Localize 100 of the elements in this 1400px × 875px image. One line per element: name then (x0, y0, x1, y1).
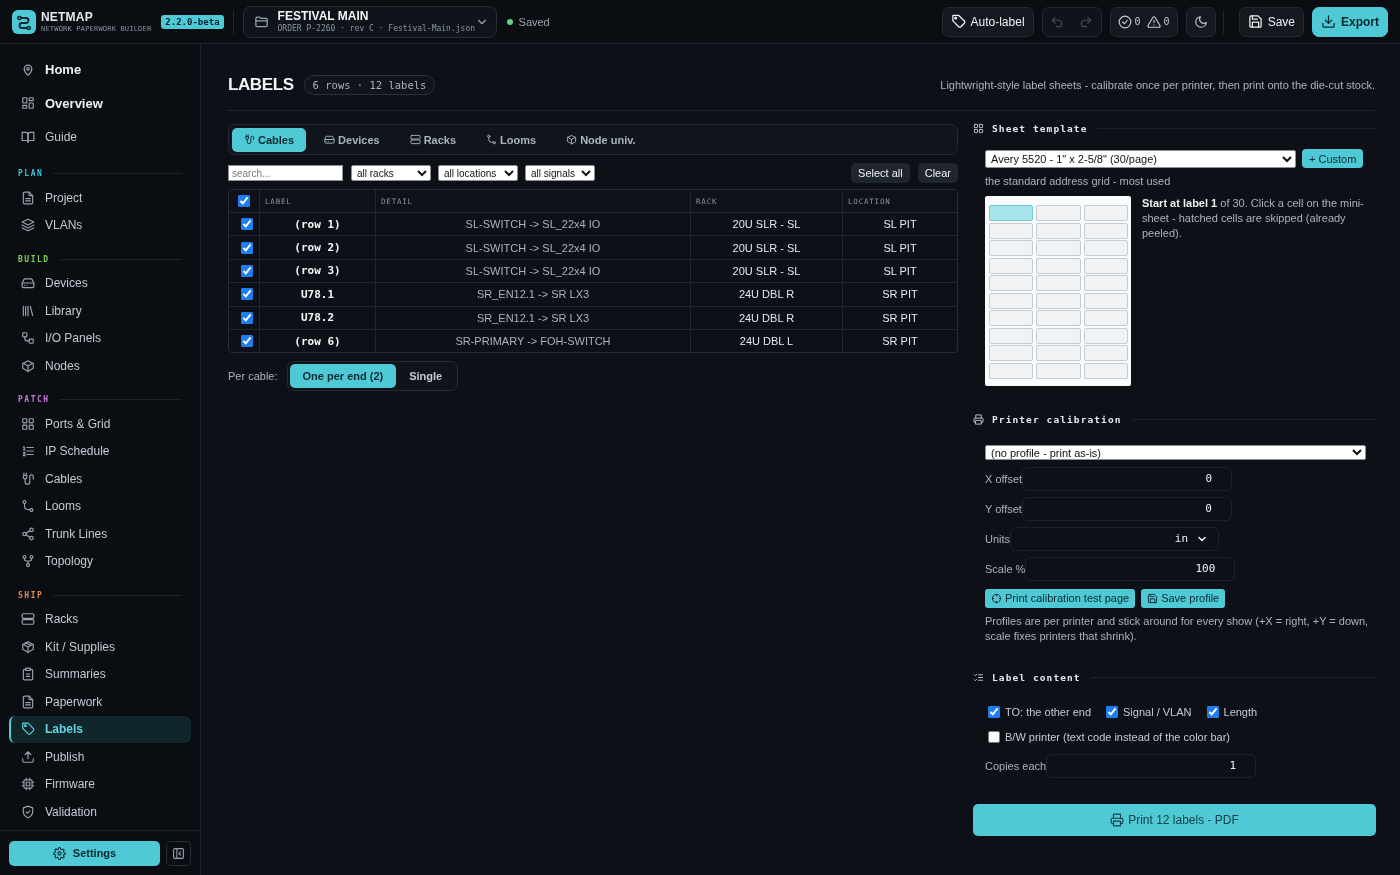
sheet-cell[interactable] (1083, 222, 1128, 239)
row-checkbox[interactable] (241, 241, 253, 254)
nav-item[interactable]: Ports & Grid (9, 410, 191, 438)
nav-item[interactable]: Racks (9, 605, 191, 633)
row-checkbox[interactable] (241, 311, 253, 324)
sheet-cell[interactable] (1083, 345, 1128, 361)
collapse-sidebar-button[interactable] (166, 840, 191, 866)
sheet-cell[interactable] (989, 292, 1034, 309)
project-switcher[interactable]: FESTIVAL MAIN ORDER P-2260 · rev C · Festival-Main.json (242, 5, 497, 38)
tab[interactable]: Node univ. (554, 127, 648, 152)
nav-item[interactable]: Summaries (9, 660, 191, 688)
nav-item[interactable]: Devices (9, 269, 191, 297)
nav-item[interactable]: Overview (9, 86, 191, 120)
crosshair-icon (991, 592, 1002, 604)
sheet-cell[interactable] (1036, 327, 1081, 344)
nav-item[interactable]: Firmware (9, 770, 191, 798)
tab[interactable]: Cables (232, 127, 307, 152)
nav-item[interactable]: Trunk Lines (9, 520, 191, 548)
calibration-test-button[interactable]: Print calibration test page (985, 588, 1136, 608)
nav-item[interactable]: IP Schedule (9, 437, 191, 465)
profile-dropdown[interactable]: (no profile - print as-is) (985, 444, 1366, 460)
nav-item[interactable]: Publish (9, 743, 191, 771)
sheet-cell[interactable] (1083, 310, 1128, 326)
nav-item[interactable]: I/O Panels (9, 324, 191, 352)
row-checkbox[interactable] (241, 335, 253, 348)
tab[interactable]: Racks (397, 127, 469, 152)
filter-dropdown[interactable]: all racks (351, 165, 431, 181)
nav-item[interactable]: Nodes (9, 352, 191, 380)
nav-item[interactable]: Validation (9, 798, 191, 826)
nav-item[interactable]: Topology (9, 547, 191, 575)
template-dropdown[interactable]: Avery 5520 - 1" x 2-5/8" (30/page) (985, 149, 1296, 168)
nav-item[interactable]: Library (9, 297, 191, 325)
table-cell: (row 2) (294, 241, 341, 255)
row-checkbox[interactable] (241, 218, 253, 231)
custom-button[interactable]: + Custom (1302, 149, 1364, 168)
sheet-cell[interactable] (1036, 345, 1081, 361)
save-button[interactable]: Save (1238, 6, 1304, 37)
sheet-cell[interactable] (1083, 257, 1128, 274)
sheet-cell[interactable] (1036, 240, 1081, 256)
sheet-cell[interactable] (989, 310, 1034, 326)
sheet-cell[interactable] (1083, 362, 1128, 379)
copies-field[interactable]: 1 (1046, 753, 1257, 778)
sheet-cell[interactable] (1083, 205, 1128, 221)
nav-item[interactable]: Guide (9, 120, 191, 154)
sheet-cell[interactable] (1036, 362, 1081, 379)
table-cell: SR_EN12.1 -> SR LX3 (476, 288, 590, 301)
sheet-cell[interactable] (1036, 222, 1081, 239)
row-checkbox[interactable] (241, 288, 253, 301)
number-field[interactable]: 0 (1022, 466, 1233, 491)
issues-button[interactable]: 0 0 (1109, 6, 1178, 37)
nav-item[interactable]: Paperwork (9, 688, 191, 716)
nav-item[interactable]: Kit / Supplies (9, 633, 191, 661)
select-all-checkbox[interactable] (238, 195, 250, 207)
nav-item[interactable]: Cables (9, 465, 191, 493)
sheet-cell[interactable] (1083, 275, 1128, 291)
option-checkbox[interactable] (1206, 705, 1219, 718)
segment-option[interactable]: One per end (2) (289, 364, 397, 389)
export-button[interactable]: Export (1312, 6, 1388, 37)
sheet-cell[interactable] (989, 362, 1034, 379)
sheet-cell[interactable] (1083, 292, 1128, 309)
sheet-cell[interactable] (1036, 310, 1081, 326)
option-checkbox[interactable] (988, 730, 1000, 743)
number-field[interactable]: 0 (1021, 496, 1232, 521)
search-field[interactable]: search... (228, 165, 343, 181)
nav-item[interactable]: Home (9, 53, 191, 87)
nav-item[interactable]: Labels (9, 715, 191, 743)
sheet-cell[interactable] (989, 345, 1034, 361)
settings-button[interactable]: Settings (9, 840, 160, 866)
segment-option[interactable]: Single (396, 364, 456, 389)
calibration-note: Profiles are per printer and stick around for every show (+X = right, +Y = down, scale fixes printers that shrink). (985, 613, 1370, 644)
row-checkbox[interactable] (241, 264, 253, 277)
sheet-cell[interactable] (1036, 257, 1081, 274)
auto-label-button[interactable]: Auto-label (941, 6, 1034, 37)
theme-toggle-button[interactable] (1185, 6, 1216, 37)
select-all-button[interactable]: Select all (851, 163, 910, 183)
nav-item[interactable]: VLANs (9, 211, 191, 239)
sheet-cell[interactable] (989, 240, 1034, 256)
tab[interactable]: Devices (312, 127, 392, 152)
sheet-cell[interactable] (989, 327, 1034, 344)
nav-item[interactable]: Looms (9, 492, 191, 520)
save-profile-button[interactable]: Save profile (1141, 588, 1226, 608)
tab[interactable]: Looms (474, 127, 549, 152)
filter-dropdown[interactable]: all signals (525, 165, 595, 181)
clear-button[interactable]: Clear (917, 163, 958, 183)
sheet-cell[interactable] (1083, 327, 1128, 344)
sheet-cell[interactable] (989, 257, 1034, 274)
sheet-cell[interactable] (1036, 205, 1081, 221)
sheet-cell[interactable] (989, 275, 1034, 291)
filter-dropdown[interactable]: all locations (438, 165, 518, 181)
sheet-cell[interactable] (1036, 275, 1081, 291)
units-dropdown[interactable]: in (1010, 526, 1220, 551)
sheet-cell[interactable] (989, 205, 1034, 221)
sheet-cell[interactable] (989, 222, 1034, 239)
sheet-cell[interactable] (1083, 240, 1128, 256)
sheet-cell[interactable] (1036, 292, 1081, 309)
number-field[interactable]: 100 (1025, 556, 1236, 581)
option-checkbox[interactable] (988, 705, 1000, 718)
nav-item[interactable]: Project (9, 184, 191, 212)
option-checkbox[interactable] (1106, 705, 1119, 718)
print-button[interactable]: Print 12 labels - PDF (973, 803, 1376, 836)
